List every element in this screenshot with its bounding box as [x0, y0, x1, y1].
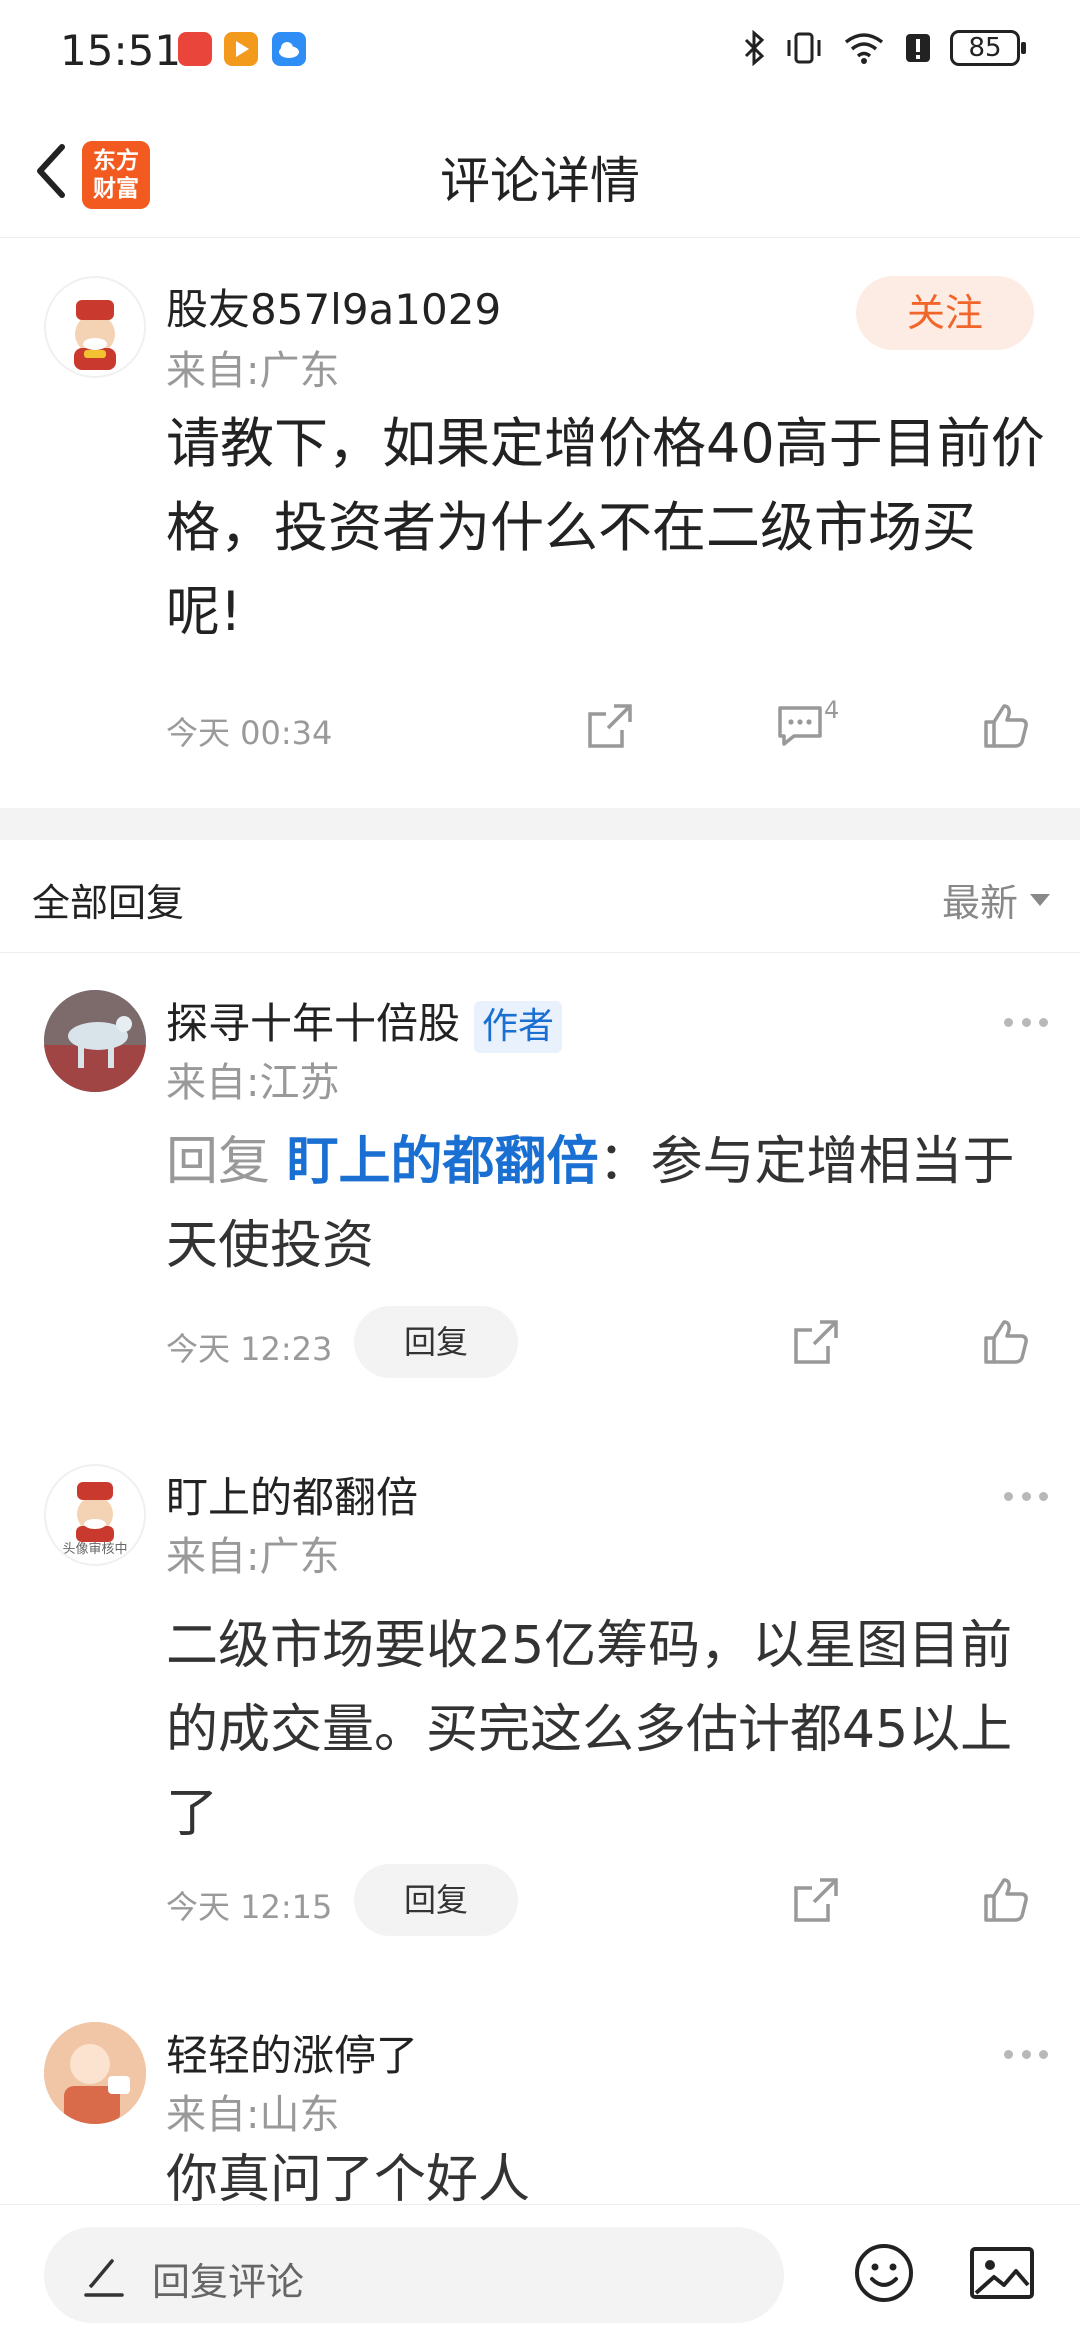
comment-icon[interactable]	[774, 700, 826, 752]
like-icon[interactable]	[980, 1874, 1032, 1926]
cloud-icon	[272, 32, 306, 66]
reply-username[interactable]: 盯上的都翻倍	[166, 1464, 418, 1525]
replies-header: 全部回复 最新	[0, 840, 1080, 953]
reply-button[interactable]: 回复	[354, 1306, 518, 1378]
avatar-caption: 头像审核中	[62, 1542, 128, 1557]
avatar[interactable]	[44, 2022, 146, 2124]
reply-text: 你真问了个好人	[166, 2150, 531, 2204]
author-badge: 作者	[474, 1000, 563, 1053]
reply-location: 来自:江苏	[166, 1060, 340, 1106]
reply-comment-input[interactable]: 回复评论	[44, 2227, 784, 2323]
status-time: 15:51	[60, 26, 182, 75]
reply-target-user[interactable]: 盯上的都翻倍	[287, 1132, 599, 1192]
more-options-icon[interactable]	[1004, 1492, 1048, 1506]
main-username[interactable]: 股友857l9a1029	[166, 276, 501, 337]
reply-username[interactable]: 轻轻的涨停了	[166, 2022, 418, 2083]
video-app-icon	[224, 32, 258, 66]
avatar[interactable]: 头像审核中	[44, 1464, 146, 1566]
avatar[interactable]	[44, 990, 146, 1092]
sort-label: 最新	[941, 881, 1018, 925]
share-icon[interactable]	[790, 1874, 842, 1926]
alert-icon	[906, 34, 930, 62]
all-replies-label: 全部回复	[32, 881, 185, 925]
share-icon[interactable]	[790, 1316, 842, 1368]
reply-time: 今天 12:15	[166, 1888, 333, 1926]
section-divider	[0, 808, 1080, 840]
comment-count: 4	[824, 696, 840, 724]
like-icon[interactable]	[980, 1316, 1032, 1368]
status-icons: 85	[742, 30, 1026, 66]
battery-indicator: 85	[950, 30, 1026, 66]
avatar[interactable]	[44, 276, 146, 378]
more-options-icon[interactable]	[1004, 1018, 1048, 1032]
status-bar: 15:51 85	[0, 0, 1080, 105]
more-options-icon[interactable]	[1004, 2050, 1048, 2064]
app-notification-icon	[178, 32, 212, 66]
reply-username[interactable]: 探寻十年十倍股 作者	[166, 990, 563, 1053]
pen-icon	[84, 2259, 124, 2297]
follow-button[interactable]: 关注	[856, 276, 1034, 350]
share-icon[interactable]	[584, 700, 636, 752]
reply-item: 轻轻的涨停了 来自:山东 你真问了个好人	[0, 2022, 1080, 2204]
vibrate-icon	[787, 32, 821, 64]
like-icon[interactable]	[980, 700, 1032, 752]
bottom-reply-bar: 回复评论	[0, 2204, 1080, 2341]
sort-dropdown[interactable]: 最新	[942, 872, 1050, 927]
main-comment: 股友857l9a1029 来自:广东 关注 请教下，如果定增价格40高于目前价格…	[0, 238, 1080, 808]
reply-location: 来自:山东	[166, 2092, 340, 2138]
reply-text: 二级市场要收25亿筹码，以星图目前的成交量。买完这么多估计都45以上了	[166, 1616, 1013, 1844]
main-comment-text: 请教下，如果定增价格40高于目前价格，投资者为什么不在二级市场买呢!	[166, 412, 1045, 643]
reply-location: 来自:广东	[166, 1534, 340, 1580]
bluetooth-icon	[744, 30, 765, 66]
image-icon[interactable]	[968, 2241, 1036, 2305]
main-comment-time: 今天 00:34	[166, 714, 333, 752]
input-placeholder: 回复评论	[152, 2260, 305, 2304]
dropdown-arrow-icon	[1030, 893, 1050, 906]
main-location: 来自:广东	[166, 348, 340, 394]
emoji-icon[interactable]	[852, 2241, 916, 2305]
wifi-icon	[844, 33, 884, 64]
reply-prefix: 回复	[166, 1132, 287, 1192]
reply-item: 探寻十年十倍股 作者 来自:江苏 回复 盯上的都翻倍：参与定增相当于天使投资 今天…	[0, 990, 1080, 1390]
reply-text: 回复 盯上的都翻倍：参与定增相当于天使投资	[166, 1120, 1046, 1288]
reply-time: 今天 12:23	[166, 1330, 333, 1368]
reply-button[interactable]: 回复	[354, 1864, 518, 1936]
reply-item: 头像审核中 盯上的都翻倍 来自:广东 二级市场要收25亿筹码，以星图目前的成交量…	[0, 1464, 1080, 1944]
top-navbar: 东方 财富 评论详情	[0, 105, 1080, 238]
page-title: 评论详情	[440, 152, 640, 210]
